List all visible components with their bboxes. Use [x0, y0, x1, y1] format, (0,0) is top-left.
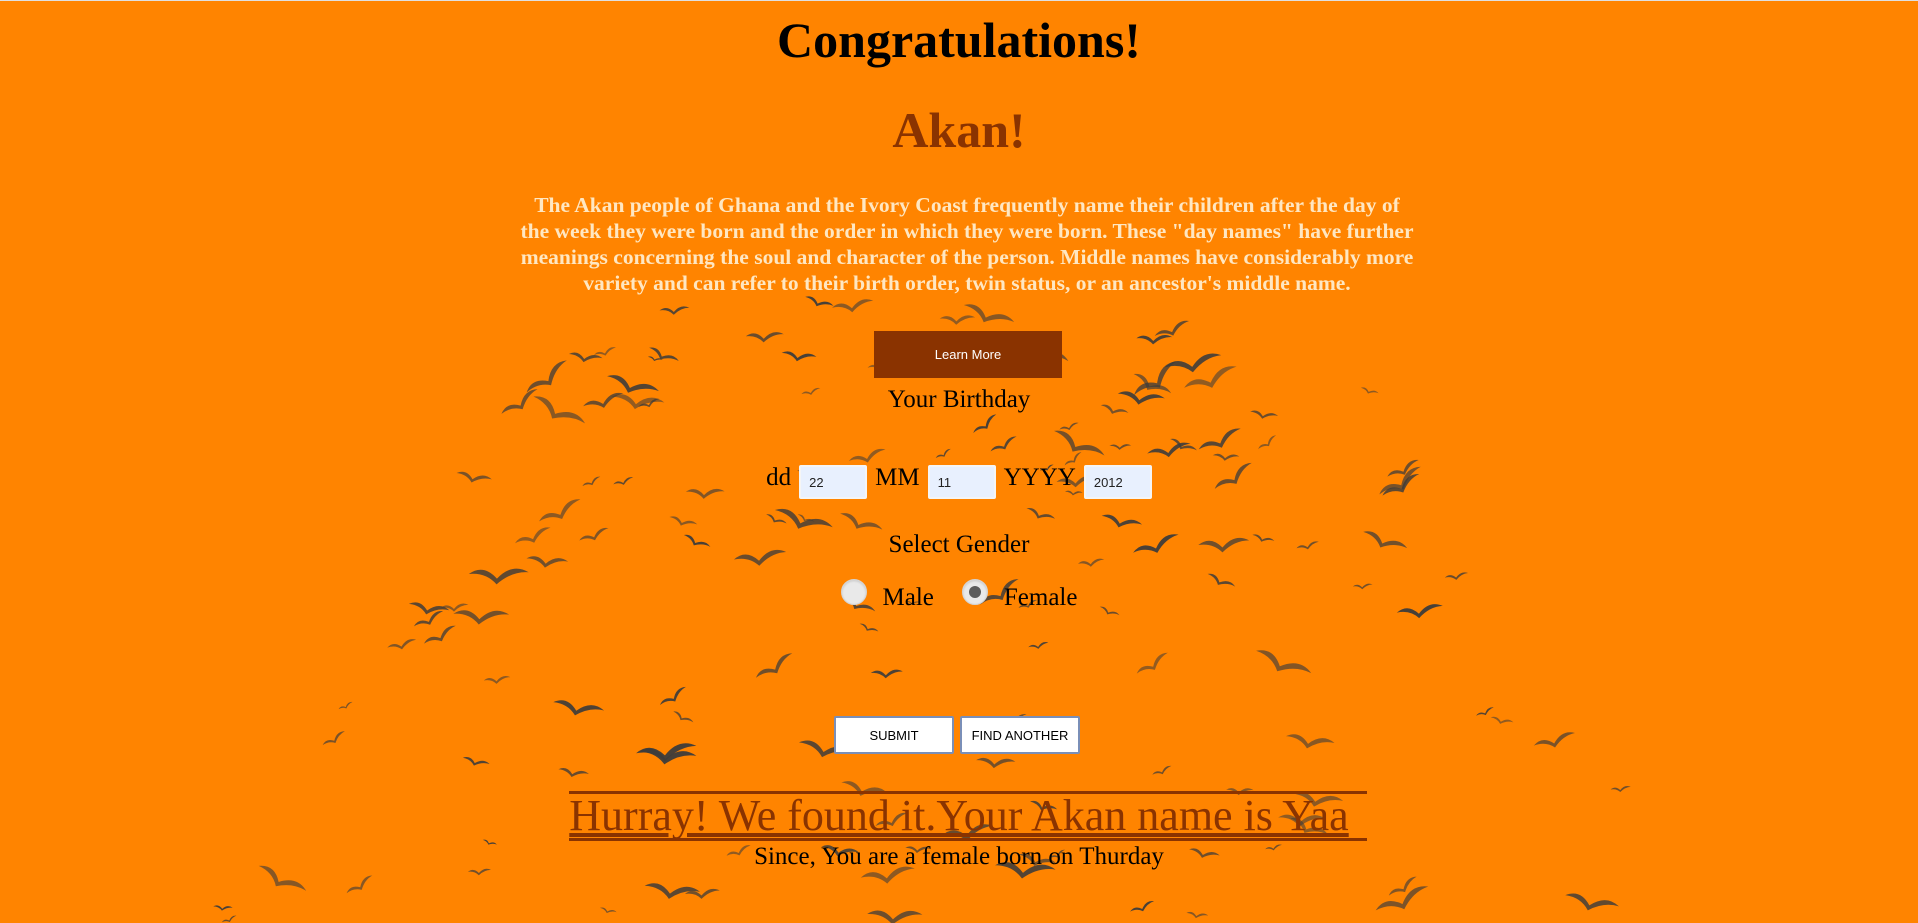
akan-description: The Akan people of Ghana and the Ivory C… [520, 193, 1414, 295]
bird-silhouette [221, 915, 237, 923]
bird-silhouette [867, 910, 923, 923]
result-headline: Hurray! We found it.Your Akan name is Ya… [569, 791, 1349, 840]
find-another-button[interactable]: FIND ANOTHER [960, 716, 1080, 754]
bird-silhouette [1028, 642, 1049, 649]
bird-silhouette [797, 514, 815, 523]
bird-silhouette [387, 639, 417, 650]
bird-silhouette [483, 676, 511, 684]
bird-silhouette [832, 299, 874, 313]
bird-silhouette [1186, 911, 1209, 919]
female-radio[interactable] [961, 579, 988, 605]
bird-silhouette [558, 768, 589, 778]
bird-silhouette [599, 907, 617, 913]
bird-silhouette [1198, 428, 1241, 450]
bird-silhouette [1388, 876, 1417, 896]
bird-silhouette [1154, 320, 1190, 337]
female-label: Female [1003, 584, 1078, 611]
bird-silhouette [647, 356, 663, 362]
bird-silhouette [1164, 353, 1222, 373]
bird-silhouette [1147, 442, 1191, 458]
top-border [0, 0, 1918, 1]
day-label: dd [766, 464, 792, 491]
bird-silhouette [1212, 453, 1240, 461]
bird-silhouette [990, 436, 1017, 452]
bird-silhouette [1152, 765, 1172, 775]
bird-silhouette [346, 875, 373, 894]
bird-silhouette [976, 757, 1016, 769]
bird-silhouette [935, 448, 951, 459]
male-radio[interactable] [840, 579, 867, 605]
bird-silhouette [568, 352, 603, 363]
bird-silhouette [745, 332, 784, 343]
bird-silhouette [1059, 422, 1079, 431]
bird-silhouette [593, 347, 616, 356]
bird-silhouette [684, 888, 720, 899]
bird-silhouette [766, 514, 787, 524]
bird-silhouette [1136, 334, 1173, 345]
form-actions: SUBMIT FIND ANOTHER [0, 716, 1918, 756]
bird-silhouette [213, 905, 233, 911]
result-detail: Since, You are a female born on Thurday [754, 843, 1164, 870]
bird-silhouette [659, 686, 686, 706]
male-label: Male [882, 584, 934, 611]
bird-silhouette [1026, 508, 1056, 519]
bird-silhouette [973, 414, 997, 433]
bird-silhouette [539, 499, 581, 522]
bird-silhouette [1054, 430, 1105, 456]
month-input[interactable] [927, 465, 996, 499]
bird-silhouette [1109, 444, 1132, 450]
page-subtitle: Akan! [892, 102, 1026, 158]
bird-silhouette [1136, 652, 1168, 674]
submit-button[interactable]: SUBMIT [834, 716, 954, 754]
birthday-input-row: dd MM YYYY [0, 463, 1918, 501]
bird-silhouette [1565, 893, 1619, 911]
bird-silhouette [781, 351, 817, 362]
year-label: YYYY [1003, 464, 1076, 491]
bird-silhouette [424, 625, 456, 644]
bird-silhouette [859, 623, 879, 632]
gender-radio-group: Male Female [0, 578, 1918, 618]
bird-silhouette [1130, 901, 1155, 912]
day-input[interactable] [799, 465, 868, 499]
bird-silhouette [649, 347, 679, 362]
learn-more-button[interactable]: Learn More [874, 331, 1062, 378]
birthday-label: Your Birthday [887, 386, 1031, 413]
bird-silhouette [870, 669, 903, 679]
bird-silhouette [1375, 886, 1429, 911]
bird-silhouette [462, 757, 490, 766]
bird-silhouette [963, 304, 1015, 323]
bird-silhouette [659, 306, 690, 315]
year-input[interactable] [1083, 465, 1152, 499]
bird-silhouette [755, 653, 793, 678]
bird-silhouette [1170, 438, 1197, 451]
month-label: MM [875, 464, 920, 491]
bird-silhouette [1256, 650, 1312, 674]
bird-silhouette [939, 315, 976, 325]
page-title: Congratulations! [777, 12, 1141, 68]
bird-silhouette [1258, 435, 1277, 450]
bird-silhouette [338, 701, 353, 710]
bird-silhouette [644, 883, 700, 899]
gender-label: Select Gender [888, 531, 1030, 558]
